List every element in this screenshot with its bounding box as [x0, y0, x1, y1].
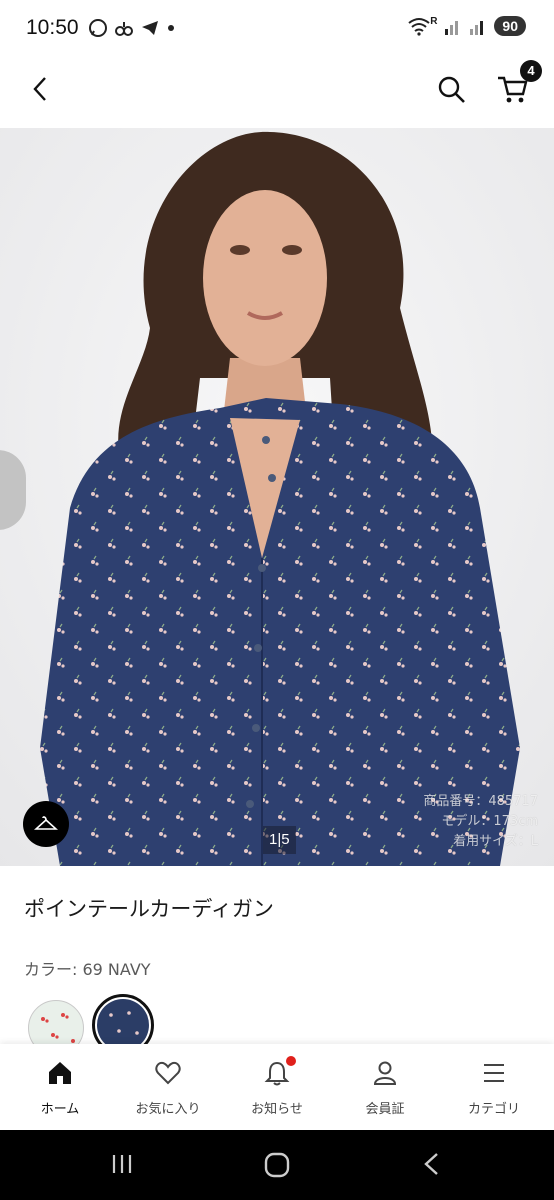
app-header: 4 [0, 60, 554, 128]
nav-item-notifications[interactable]: お知らせ [222, 1044, 332, 1130]
system-status-icons: R 90 [407, 16, 526, 36]
heart-icon [155, 1061, 181, 1085]
product-image-carousel[interactable]: 1|5 商品番号：485717 モデル：173cm 着用サイズ：L [0, 128, 554, 866]
person-icon [373, 1061, 397, 1085]
nav-label-home: ホーム [40, 1102, 80, 1117]
battery-indicator: 90 [494, 16, 526, 36]
home-icon [49, 1062, 71, 1084]
bottom-navigation: ホーム お気に入り お知らせ 会員証 カテゴリ [0, 1044, 554, 1130]
status-time: 10:50 [26, 16, 79, 39]
try-on-button[interactable] [23, 801, 69, 847]
search-icon [438, 76, 465, 103]
product-photo [0, 128, 554, 866]
back-button[interactable] [26, 74, 56, 104]
recent-apps-icon[interactable] [110, 1152, 134, 1176]
color-label: カラー: 69 NAVY [24, 960, 151, 979]
nav-label-favorites: お気に入り [135, 1102, 201, 1117]
product-title: ポインテールカーディガン [24, 897, 274, 921]
size-worn: 着用サイズ：L [453, 834, 538, 849]
nav-item-category[interactable]: カテゴリ [439, 1044, 549, 1130]
product-number: 商品番号：485717 [423, 794, 538, 809]
model-info: 商品番号：485717 モデル：173cm 着用サイズ：L [423, 792, 538, 852]
dot-icon [168, 25, 174, 31]
signal-icon-2 [470, 21, 484, 35]
nav-label-notifications: お知らせ [251, 1102, 303, 1117]
menu-icon [484, 1064, 504, 1082]
chevron-left-icon [33, 77, 46, 101]
nav-item-favorites[interactable]: お気に入り [113, 1044, 223, 1130]
nav-label-category: カテゴリ [467, 1102, 520, 1117]
telegram-icon [142, 21, 158, 35]
nav-label-membership: 会員証 [365, 1102, 405, 1117]
search-button[interactable] [436, 74, 468, 106]
alarm-icon [115, 22, 133, 36]
notification-icons [88, 18, 176, 38]
back-nav-icon[interactable] [420, 1152, 444, 1176]
signal-icon [445, 21, 459, 35]
hanger-icon [34, 816, 58, 830]
roaming-indicator: R [430, 15, 438, 27]
nav-item-membership[interactable]: 会員証 [330, 1044, 440, 1130]
status-bar: 10:50 R 90 [0, 0, 554, 60]
wifi-icon [408, 18, 430, 36]
cart-count-badge: 4 [520, 60, 542, 82]
nav-item-home[interactable]: ホーム [5, 1044, 115, 1130]
model-height: モデル：173cm [441, 814, 538, 829]
home-button-icon[interactable] [264, 1152, 290, 1178]
image-page-indicator: 1|5 [263, 826, 296, 854]
system-navigation-bar [0, 1130, 554, 1200]
whatsapp-icon [89, 19, 107, 37]
notification-badge-dot [286, 1056, 296, 1066]
